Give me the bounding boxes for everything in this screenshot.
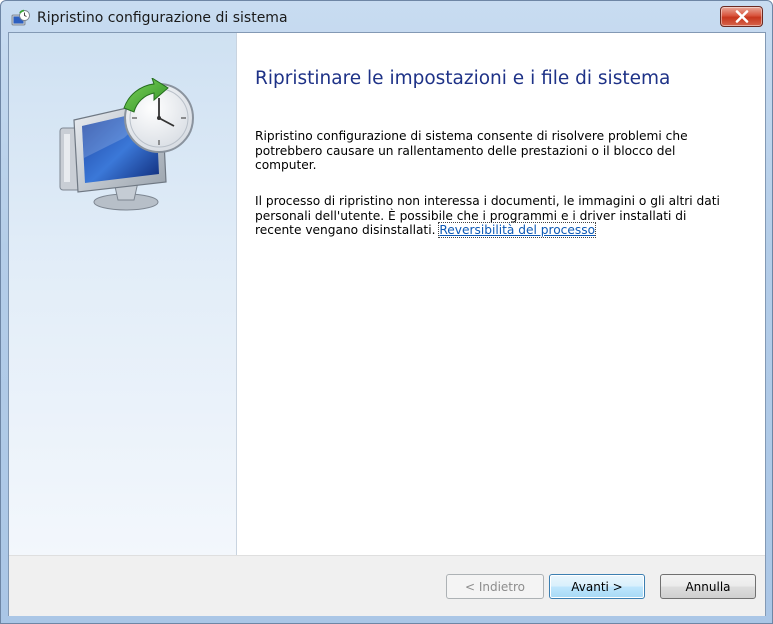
wizard-client-area: Ripristinare le impostazioni e i file di… (8, 32, 766, 616)
description-paragraph-2: Il processo di ripristino non interessa … (255, 194, 735, 238)
system-restore-illustration (59, 78, 194, 211)
close-button[interactable] (720, 6, 763, 27)
wizard-footer: < Indietro Avanti > Annulla (9, 555, 765, 616)
system-restore-icon (11, 9, 31, 29)
next-button[interactable]: Avanti > (549, 574, 645, 599)
undo-info-link[interactable]: Reversibilità del processo (438, 222, 597, 238)
title-bar[interactable]: Ripristino configurazione di sistema (1, 1, 772, 35)
page-heading: Ripristinare le impostazioni e i file di… (255, 68, 671, 89)
close-icon (735, 10, 749, 23)
wizard-content: Ripristinare le impostazioni e i file di… (237, 33, 765, 555)
description-paragraph-1: Ripristino configurazione di sistema con… (255, 129, 688, 172)
back-button[interactable]: < Indietro (446, 574, 544, 599)
window-title: Ripristino configurazione di sistema (37, 10, 288, 26)
system-restore-window: Ripristino configurazione di sistema Rip… (0, 0, 773, 624)
wizard-sidebar (9, 33, 237, 555)
cancel-button[interactable]: Annulla (660, 574, 756, 599)
